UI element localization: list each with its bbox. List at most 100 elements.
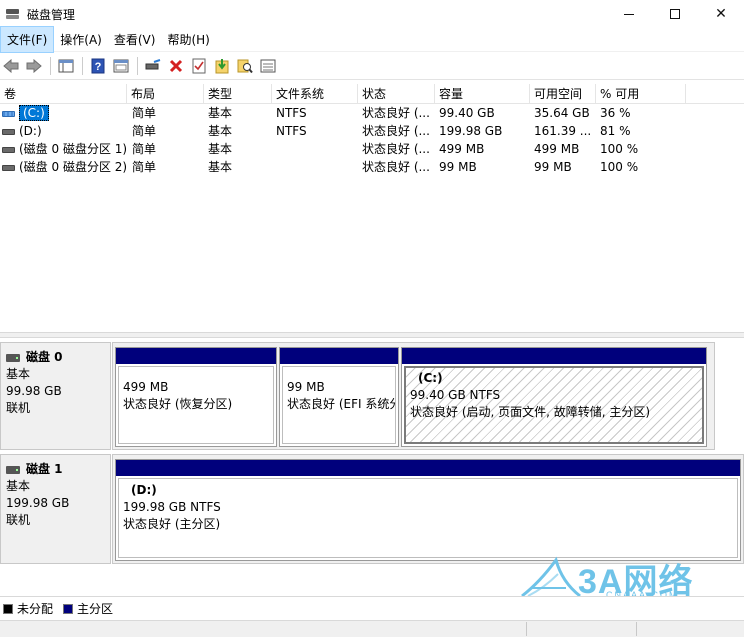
partition-size: 499 MB (123, 380, 169, 394)
check-icon (192, 58, 206, 74)
filesystem-cell: NTFS (276, 106, 307, 120)
search-button[interactable] (234, 55, 256, 77)
volume-list: 卷 布局 类型 文件系统 状态 容量 可用空间 % 可用 (C:) 简单 基本 … (0, 84, 744, 332)
check-disk-button[interactable] (188, 55, 210, 77)
help-button[interactable]: ? (87, 55, 109, 77)
close-button[interactable]: ✕ (698, 0, 744, 28)
list-view-button[interactable] (257, 55, 279, 77)
column-header-capacity[interactable]: 容量 (435, 84, 530, 104)
type-cell: 基本 (208, 142, 233, 156)
type-cell: 基本 (208, 124, 233, 138)
maximize-icon (670, 9, 680, 19)
column-header-layout[interactable]: 布局 (127, 84, 204, 104)
partition-d-drive[interactable]: (D:) 199.98 GB NTFS 状态良好 (主分区) (115, 459, 741, 561)
filesystem-cell (272, 158, 358, 176)
partition-type-bar (116, 348, 276, 364)
layout-cell: 简单 (132, 124, 157, 138)
table-row[interactable]: (磁盘 0 磁盘分区 2) 简单 基本 状态良好 (... 99 MB 99 M… (0, 158, 744, 176)
toolbar: ? (0, 53, 744, 80)
disk-management-app-icon (5, 7, 21, 21)
partition-status: 状态良好 (EFI 系统分 (287, 397, 396, 411)
volume-name: (D:) (19, 124, 42, 138)
capacity-cell: 499 MB (439, 142, 485, 156)
filesystem-cell (272, 140, 358, 158)
volume-list-header: 卷 布局 类型 文件系统 状态 容量 可用空间 % 可用 (0, 84, 744, 104)
column-header-type[interactable]: 类型 (204, 84, 272, 104)
connect-disk-button[interactable] (142, 55, 164, 77)
help-icon: ? (91, 58, 105, 74)
partition-type-bar (116, 460, 740, 476)
menu-action[interactable]: 操作(A) (54, 27, 108, 52)
menu-bar: 文件(F) 操作(A) 查看(V) 帮助(H) (0, 26, 744, 53)
search-icon (237, 59, 253, 74)
disk-partition-area: 499 MB 状态良好 (恢复分区) 99 MB 状态良好 (EFI 系统分 (… (112, 342, 715, 450)
table-row[interactable]: (D:) 简单 基本 NTFS 状态良好 (... 199.98 GB 161.… (0, 122, 744, 140)
capacity-cell: 99.40 GB (439, 106, 495, 120)
free-space-cell: 35.64 GB (534, 106, 590, 120)
legend-item-unallocated: 未分配 (3, 600, 53, 617)
column-header-volume[interactable]: 卷 (0, 84, 127, 104)
partition-recovery[interactable]: 499 MB 状态良好 (恢复分区) (115, 347, 277, 447)
disk-state: 联机 (6, 401, 31, 415)
table-row[interactable]: (C:) 简单 基本 NTFS 状态良好 (... 99.40 GB 35.64… (0, 104, 744, 122)
disk-name: 磁盘 1 (26, 462, 63, 476)
properties-button[interactable] (110, 55, 132, 77)
toolbar-separator (50, 57, 51, 75)
title-bar: 磁盘管理 ✕ (0, 0, 744, 28)
column-header-filesystem[interactable]: 文件系统 (272, 84, 358, 104)
partition-size: 199.98 GB NTFS (123, 500, 221, 514)
disk-kind: 基本 (6, 367, 31, 381)
maximize-button[interactable] (652, 0, 698, 28)
disk-state: 联机 (6, 513, 31, 527)
menu-view[interactable]: 查看(V) (108, 27, 162, 52)
partition-type-bar (280, 348, 398, 364)
partition-body: (D:) 199.98 GB NTFS 状态良好 (主分区) (118, 478, 738, 558)
status-cell: 状态良好 (... (362, 160, 430, 174)
column-header-status[interactable]: 状态 (358, 84, 435, 104)
column-header-percent-free[interactable]: % 可用 (596, 84, 686, 104)
disk-row: 磁盘 1 基本 199.98 GB 联机 (D:) 199.98 GB NTFS… (0, 454, 744, 564)
partition-title: (C:) (418, 371, 443, 385)
menu-help[interactable]: 帮助(H) (161, 27, 215, 52)
status-divider (526, 622, 527, 636)
layout-cell: 简单 (132, 106, 157, 120)
volume-icon (2, 110, 15, 117)
table-row[interactable]: (磁盘 0 磁盘分区 1) 简单 基本 状态良好 (... 499 MB 499… (0, 140, 744, 158)
layout-cell: 简单 (132, 142, 157, 156)
partition-efi[interactable]: 99 MB 状态良好 (EFI 系统分 (279, 347, 399, 447)
volume-icon (2, 128, 15, 135)
menu-file[interactable]: 文件(F) (0, 26, 55, 53)
import-button[interactable] (211, 55, 233, 77)
column-header-free-space[interactable]: 可用空间 (530, 84, 596, 104)
status-cell: 状态良好 (... (362, 106, 430, 120)
status-cell: 状态良好 (... (362, 124, 430, 138)
delete-button[interactable] (165, 55, 187, 77)
volume-name: (磁盘 0 磁盘分区 1) (19, 142, 127, 156)
free-space-cell: 99 MB (534, 160, 572, 174)
partition-status: 状态良好 (启动, 页面文件, 故障转储, 主分区) (410, 405, 651, 419)
console-tree-icon (58, 59, 74, 73)
partition-size: 99.40 GB NTFS (410, 388, 501, 402)
delete-icon (169, 59, 183, 73)
legend-swatch (3, 603, 13, 614)
minimize-icon (624, 13, 634, 15)
legend-bar: 未分配 主分区 (0, 596, 744, 620)
partition-c-drive[interactable]: (C:) 99.40 GB NTFS 状态良好 (启动, 页面文件, 故障转储,… (401, 347, 707, 447)
partition-body: 499 MB 状态良好 (恢复分区) (118, 366, 274, 444)
disk-name: 磁盘 0 (26, 350, 63, 364)
minimize-button[interactable] (606, 0, 652, 28)
percent-free-cell: 36 % (600, 106, 631, 120)
disk-partition-area: (D:) 199.98 GB NTFS 状态良好 (主分区) (112, 454, 744, 564)
filesystem-cell: NTFS (276, 124, 307, 138)
disk-info-panel[interactable]: 磁盘 1 基本 199.98 GB 联机 (0, 454, 111, 564)
back-button[interactable] (0, 55, 22, 77)
disk-size: 199.98 GB (6, 496, 70, 510)
disk-info-panel[interactable]: 磁盘 0 基本 99.98 GB 联机 (0, 342, 111, 450)
import-icon (215, 59, 229, 74)
disk-icon (6, 353, 20, 362)
forward-button[interactable] (23, 55, 45, 77)
disk-row: 磁盘 0 基本 99.98 GB 联机 499 MB 状态良好 (恢复分区) 9… (0, 342, 744, 450)
show-console-tree-button[interactable] (55, 55, 77, 77)
forward-icon (26, 59, 42, 73)
back-icon (3, 59, 19, 73)
